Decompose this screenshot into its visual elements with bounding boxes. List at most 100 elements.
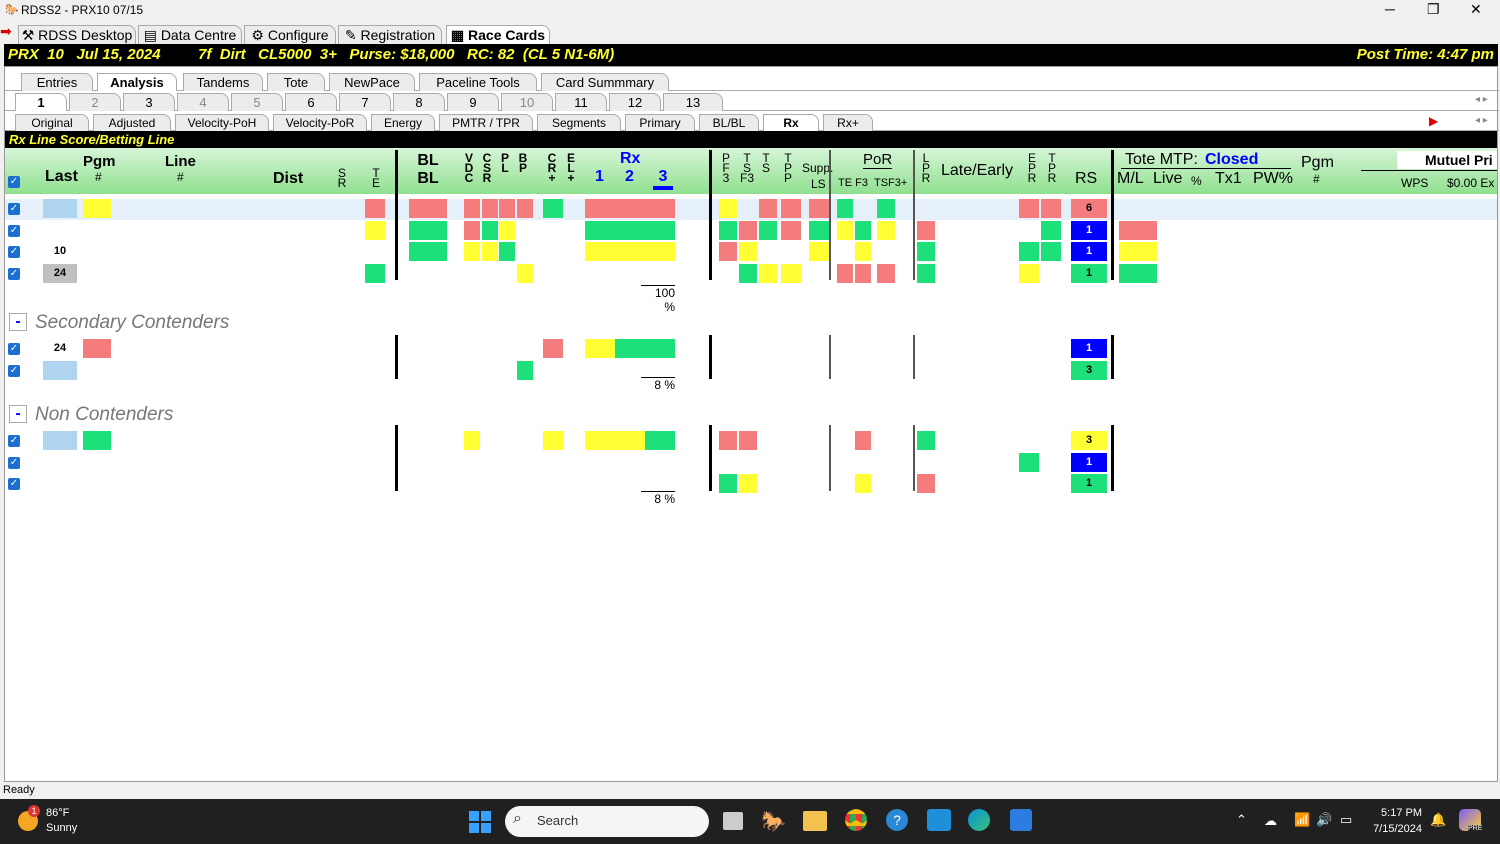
- row-checkbox[interactable]: ✓: [8, 343, 20, 355]
- tab-newpace[interactable]: NewPace: [329, 73, 415, 91]
- race-tab[interactable]: 6: [285, 93, 337, 111]
- desktop-icon: ⚒: [21, 27, 39, 43]
- tab-original[interactable]: Original: [15, 114, 89, 131]
- cell-last: 24: [43, 339, 77, 358]
- race-tab[interactable]: 2: [69, 93, 121, 111]
- horse-name-link[interactable]: [113, 361, 169, 380]
- tab-entries[interactable]: Entries: [21, 73, 93, 91]
- tab-card-summary[interactable]: Card Summmary: [541, 73, 669, 91]
- table-row[interactable]: ✓ 10 1: [5, 242, 1497, 263]
- table-row[interactable]: ✓ 3: [5, 431, 1497, 452]
- tab-registration[interactable]: ✎ Registration: [338, 25, 442, 44]
- table-row[interactable]: ✓ 3: [5, 361, 1497, 382]
- row-checkbox[interactable]: ✓: [8, 478, 20, 491]
- tab-data-centre[interactable]: ▤ Data Centre: [138, 25, 242, 44]
- tab-tote[interactable]: Tote: [267, 73, 325, 91]
- horse-name-link[interactable]: [113, 221, 169, 240]
- rdss-app-icon[interactable]: 🐎: [761, 809, 786, 834]
- row-checkbox[interactable]: ✓: [8, 365, 20, 377]
- collapse-secondary-button[interactable]: -: [9, 313, 27, 331]
- col-tpr: T P R: [1047, 151, 1057, 185]
- notification-icon[interactable]: 🔔: [1430, 812, 1446, 828]
- row-checkbox[interactable]: ✓: [8, 224, 20, 237]
- chevron-up-icon[interactable]: ⌃: [1236, 812, 1247, 828]
- race-tab[interactable]: 10: [501, 93, 553, 111]
- edge-icon[interactable]: [968, 809, 990, 831]
- minimize-button[interactable]: ─: [1385, 1, 1395, 17]
- tab-tandems[interactable]: Tandems: [183, 73, 263, 91]
- tab-velocity-por[interactable]: Velocity-PoR: [273, 114, 367, 131]
- tab-rx[interactable]: Rx: [763, 114, 819, 131]
- cell-dist: [279, 199, 309, 218]
- race-tab[interactable]: 7: [339, 93, 391, 111]
- race-tab[interactable]: 9: [447, 93, 499, 111]
- race-tab[interactable]: 1: [15, 93, 67, 111]
- race-tab[interactable]: 5: [231, 93, 283, 111]
- cell-rs: 1: [1071, 220, 1107, 240]
- tab-velocity-poh[interactable]: Velocity-PoH: [175, 114, 269, 131]
- row-checkbox[interactable]: ✓: [8, 246, 20, 259]
- tab-race-cards[interactable]: ▦ Race Cards: [446, 25, 550, 44]
- select-all-checkbox[interactable]: ✓: [8, 176, 20, 188]
- tab-energy[interactable]: Energy: [371, 114, 435, 131]
- horse-name-link[interactable]: [113, 453, 169, 472]
- battery-icon[interactable]: ▭: [1340, 812, 1352, 828]
- cell-surf: [253, 474, 269, 493]
- horse-name-link[interactable]: [113, 242, 169, 261]
- tab-adjusted[interactable]: Adjusted: [93, 114, 171, 131]
- photos-icon[interactable]: [1010, 809, 1032, 831]
- row-checkbox[interactable]: ✓: [8, 456, 20, 469]
- clock-date[interactable]: 7/15/2024: [1360, 823, 1422, 835]
- wifi-icon[interactable]: 📶: [1294, 812, 1310, 828]
- race-tab[interactable]: 12: [609, 93, 661, 111]
- horse-name-link[interactable]: [113, 474, 169, 493]
- weather-widget[interactable]: 1 86°F Sunny: [16, 805, 96, 839]
- horse-name-link[interactable]: [113, 264, 169, 283]
- tab-rdss-desktop[interactable]: ⚒ RDSS Desktop: [18, 25, 136, 44]
- race-tab[interactable]: 4: [177, 93, 229, 111]
- table-row[interactable]: ✓ 1: [5, 220, 1497, 242]
- close-button[interactable]: ✕: [1470, 1, 1482, 18]
- cloud-icon[interactable]: ☁: [1264, 813, 1277, 829]
- volume-icon[interactable]: 🔊: [1316, 812, 1332, 828]
- cell-sr: [335, 453, 357, 472]
- task-view-icon[interactable]: [723, 812, 743, 830]
- scroll-arrows-icon[interactable]: ◂ ▸: [1475, 94, 1488, 105]
- cell-pgm: [83, 339, 111, 358]
- race-tab[interactable]: 13: [663, 93, 723, 111]
- collapse-non-button[interactable]: -: [9, 405, 27, 423]
- maximize-button[interactable]: ❐: [1427, 1, 1440, 18]
- row-checkbox[interactable]: ✓: [8, 203, 20, 215]
- tab-analysis[interactable]: Analysis: [97, 73, 177, 91]
- table-row[interactable]: ✓ 24 1: [5, 263, 1497, 285]
- tab-primary[interactable]: Primary: [625, 114, 695, 131]
- tab-rx-plus[interactable]: Rx+: [823, 114, 873, 131]
- tab-pmtr-tpr[interactable]: PMTR / TPR: [439, 114, 533, 131]
- horse-name-link[interactable]: [113, 431, 169, 450]
- tab-configure[interactable]: ⚙ Configure: [244, 25, 336, 44]
- tab-paceline-tools[interactable]: Paceline Tools: [419, 73, 537, 91]
- table-row[interactable]: ✓ 6: [5, 199, 1497, 220]
- file-explorer-icon[interactable]: [803, 811, 827, 831]
- cell-r2: [615, 242, 645, 262]
- tab-segments[interactable]: Segments: [537, 114, 621, 131]
- clock-time[interactable]: 5:17 PM: [1360, 807, 1422, 819]
- table-row[interactable]: ✓ 1: [5, 452, 1497, 474]
- table-row[interactable]: ✓ 1: [5, 474, 1497, 495]
- chrome-icon[interactable]: [845, 809, 867, 831]
- tab-bl-bl[interactable]: BL/BL: [699, 114, 759, 131]
- race-tab[interactable]: 3: [123, 93, 175, 111]
- race-tab[interactable]: 8: [393, 93, 445, 111]
- row-checkbox[interactable]: ✓: [8, 435, 20, 447]
- windows-start-icon[interactable]: [469, 811, 491, 833]
- race-tab[interactable]: 11: [555, 93, 607, 111]
- mbp-app-icon[interactable]: [927, 809, 951, 831]
- horse-name-link[interactable]: [113, 199, 169, 218]
- table-row[interactable]: ✓ 24 1: [5, 339, 1497, 360]
- horse-name-link[interactable]: [113, 339, 169, 358]
- scroll-arrows-icon[interactable]: ◂ ▸: [1475, 115, 1488, 126]
- taskbar-search[interactable]: ⌕ Search: [505, 806, 709, 837]
- export-icon[interactable]: ▶: [1429, 114, 1438, 128]
- row-checkbox[interactable]: ✓: [8, 267, 20, 280]
- help-icon[interactable]: ?: [886, 809, 908, 831]
